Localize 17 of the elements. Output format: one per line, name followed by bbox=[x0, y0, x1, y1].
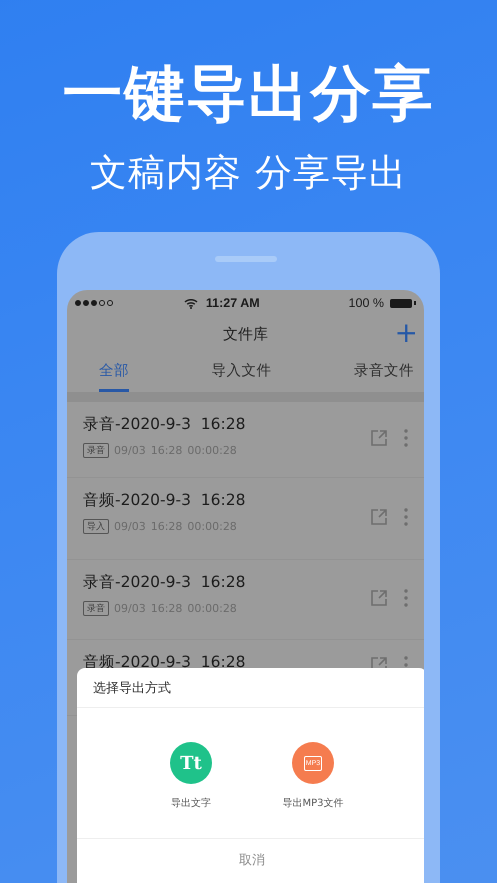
page-title: 文件库 bbox=[223, 324, 268, 344]
tab[interactable]: 导入文件 bbox=[212, 352, 272, 392]
text-icon: Tt bbox=[170, 742, 212, 784]
file-tag: 录音 bbox=[83, 443, 109, 458]
clock-time: 11:27 AM bbox=[206, 296, 260, 310]
file-title: 音频-2020-9-3 16:28 bbox=[83, 490, 246, 511]
file-tag: 导入 bbox=[83, 519, 109, 534]
file-title: 录音-2020-9-3 16:28 bbox=[83, 414, 246, 435]
cancel-button[interactable]: 取消 bbox=[77, 839, 424, 881]
battery-percent: 100 % bbox=[348, 296, 384, 310]
headline: 一键导出分享 bbox=[62, 58, 434, 130]
file-title: 录音-2020-9-3 16:28 bbox=[83, 572, 246, 593]
file-tag: 录音 bbox=[83, 601, 109, 616]
subheadline: 文稿内容 分享导出 bbox=[90, 150, 407, 196]
sheet-title: 选择导出方式 bbox=[77, 668, 424, 708]
export-option[interactable]: Tt 导出文字 bbox=[156, 742, 226, 810]
tab[interactable]: 录音文件 bbox=[354, 352, 414, 392]
